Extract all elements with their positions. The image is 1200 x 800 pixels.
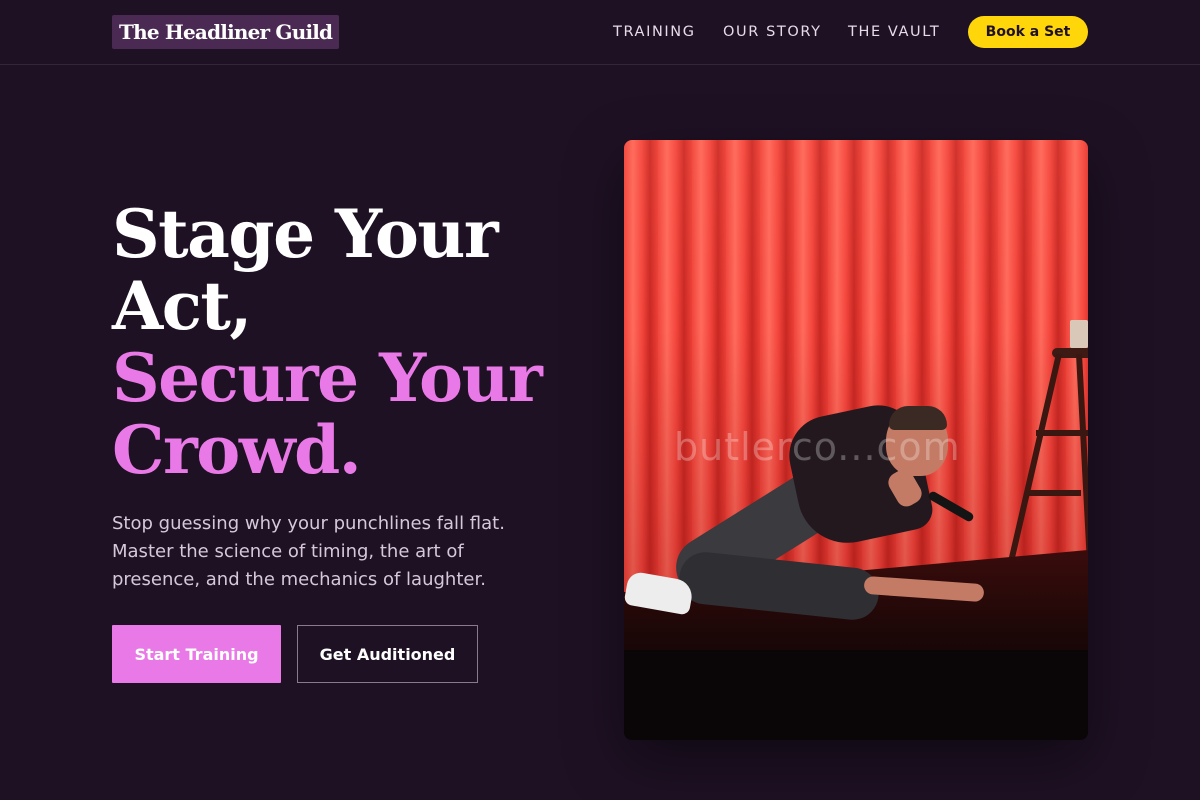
hero-subtitle: Stop guessing why your punchlines fall f… bbox=[112, 513, 505, 590]
nav-link-training[interactable]: TRAINING bbox=[613, 24, 696, 40]
nav-link-our-story[interactable]: OUR STORY bbox=[723, 24, 822, 40]
microphone-icon bbox=[927, 490, 975, 523]
image-watermark: butlerco...com bbox=[674, 425, 961, 469]
site-logo[interactable]: The Headliner Guild bbox=[112, 15, 340, 49]
performer-leg bbox=[676, 549, 882, 623]
hero-image-comedian-on-stage: butlerco...com bbox=[624, 140, 1088, 740]
top-navigation: The Headliner Guild TRAINING OUR STORY T… bbox=[0, 0, 1200, 65]
start-training-button[interactable]: Start Training bbox=[112, 625, 281, 683]
hero-headline: Stage Your Act, Secure Your Crowd. bbox=[112, 198, 582, 486]
headline-line-2: Act, bbox=[112, 267, 252, 345]
headline-accent-line-2: Crowd. bbox=[112, 411, 362, 489]
book-a-set-button[interactable]: Book a Set bbox=[968, 16, 1088, 48]
performer-arm bbox=[863, 575, 985, 603]
headline-accent-line-1: Secure Your bbox=[112, 339, 543, 417]
get-auditioned-button[interactable]: Get Auditioned bbox=[297, 625, 478, 683]
nav-link-the-vault[interactable]: THE VAULT bbox=[848, 24, 940, 40]
landing-page: The Headliner Guild TRAINING OUR STORY T… bbox=[0, 0, 1200, 800]
headline-line-1: Stage Your bbox=[112, 195, 499, 273]
